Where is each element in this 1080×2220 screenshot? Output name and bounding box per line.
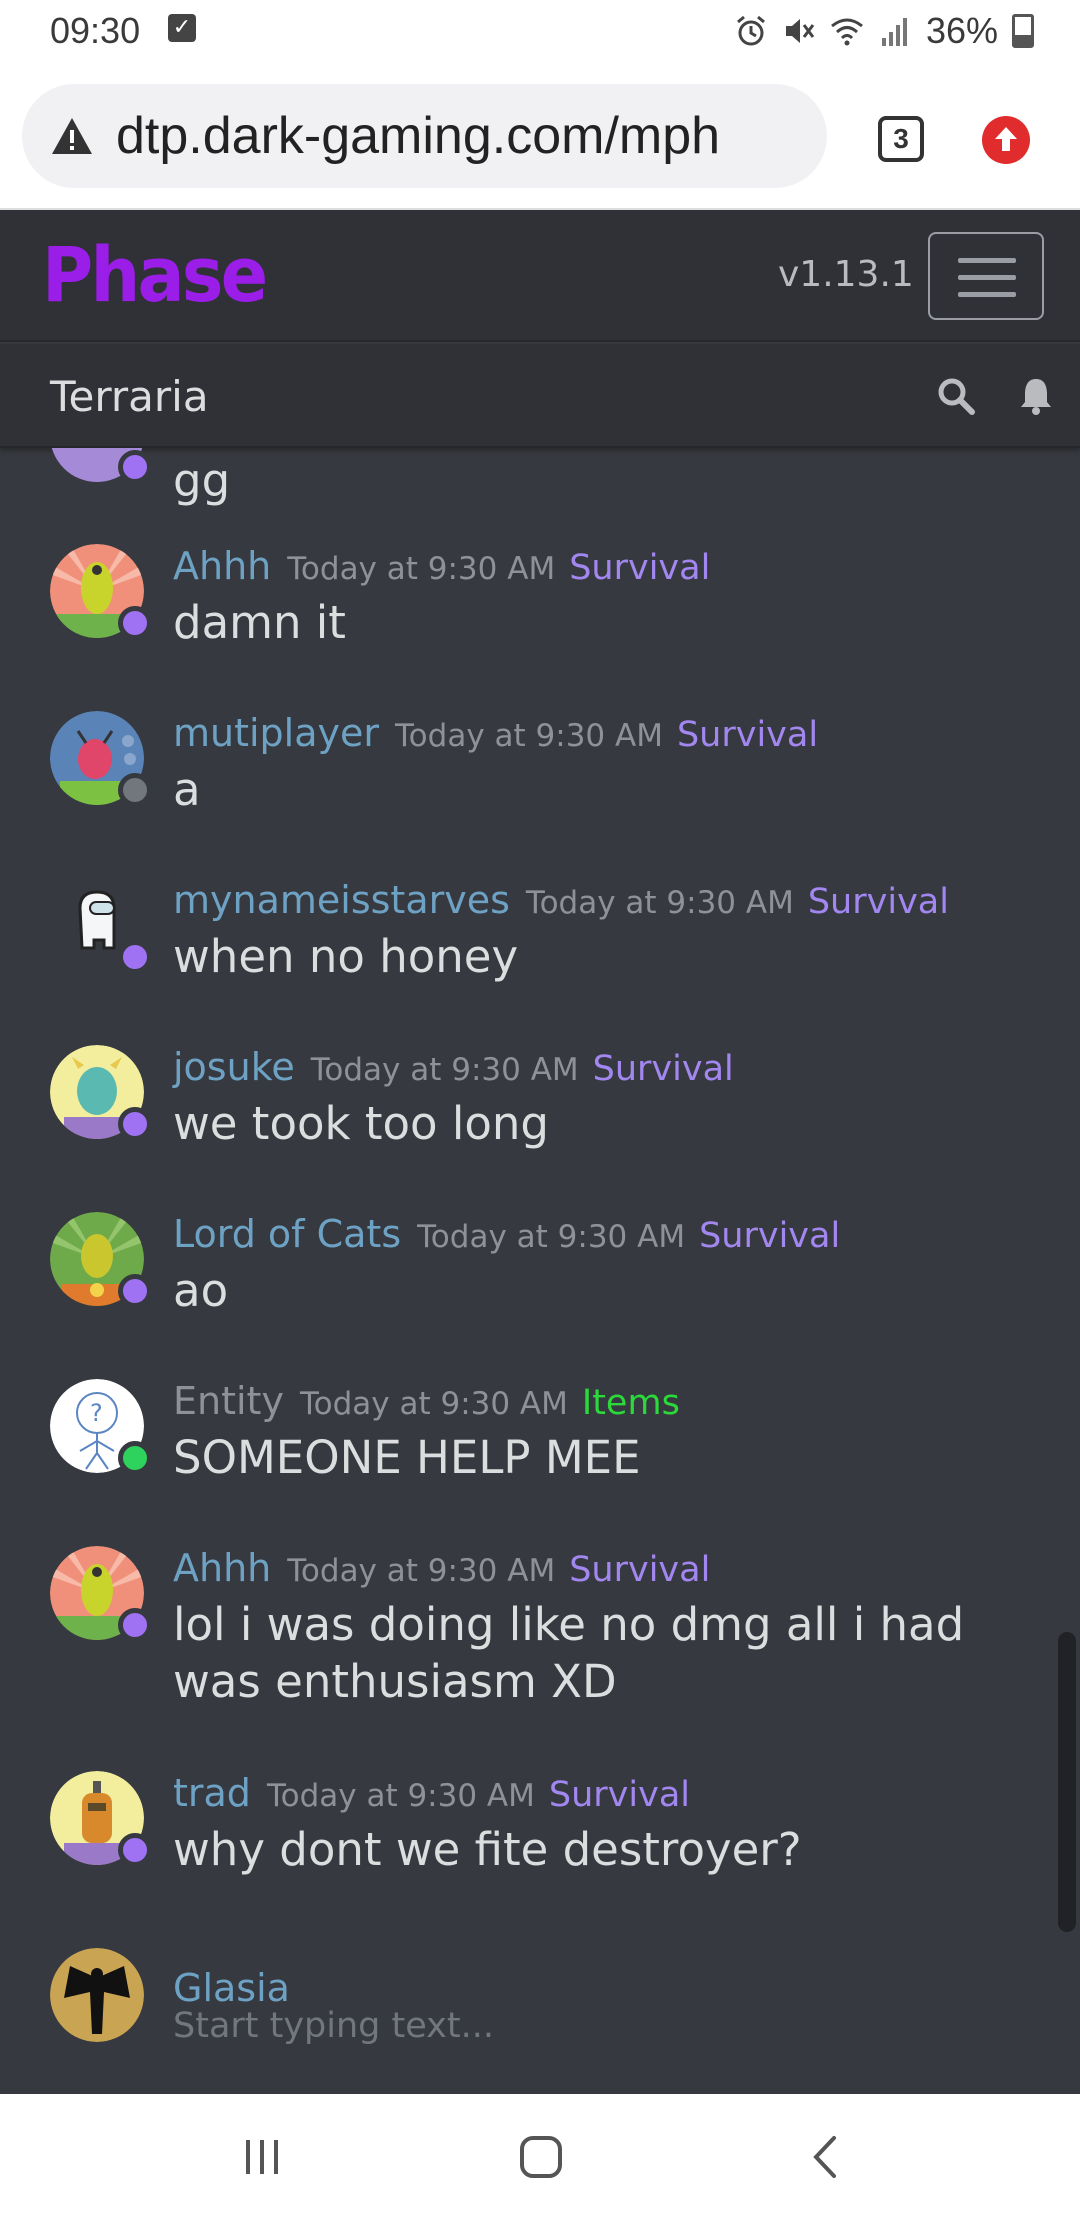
message-meta: Ahhh Today at 9:30 AM Survival	[173, 544, 710, 588]
timestamp: Today at 9:30 AM	[417, 1219, 686, 1255]
url-text[interactable]: dtp.dark-gaming.com/mph	[116, 106, 806, 166]
status-idle-indicator	[118, 606, 152, 640]
status-idle-indicator	[118, 450, 152, 484]
message-meta: Entity Today at 9:30 AM Items	[173, 1379, 680, 1423]
mute-icon	[785, 19, 815, 43]
message-text: damn it	[173, 596, 346, 649]
timestamp: Today at 9:30 AM	[287, 1553, 556, 1589]
browser-toolbar: dtp.dark-gaming.com/mph 3	[0, 70, 1080, 210]
hamburger-menu-button[interactable]	[928, 232, 1044, 320]
timestamp: Today at 9:30 AM	[299, 1386, 568, 1422]
message-meta: josuke Today at 9:30 AM Survival	[173, 1045, 734, 1089]
message-text: gg	[173, 454, 231, 507]
signal-icon	[881, 18, 907, 46]
avatar[interactable]: ?	[50, 1379, 152, 1475]
message-text: why dont we fite destroyer?	[173, 1823, 802, 1876]
channel-header: Terraria	[0, 344, 1080, 448]
server-tag: Survival	[807, 882, 949, 922]
battery-percent: 36%	[925, 10, 998, 51]
username[interactable]: mynameisstarves	[173, 878, 510, 922]
message-meta: mynameisstarves Today at 9:30 AM Survival	[173, 878, 949, 922]
username[interactable]: Ahhh	[173, 1546, 271, 1590]
recent-apps-icon[interactable]	[240, 2134, 284, 2178]
message-text: lol i was doing like no dmg all i had wa…	[173, 1598, 965, 1708]
message-text: when no honey	[173, 930, 519, 983]
avatar[interactable]	[50, 544, 152, 640]
home-icon[interactable]	[518, 2134, 564, 2180]
avatar[interactable]	[50, 1771, 152, 1867]
avatar[interactable]	[50, 1546, 152, 1642]
warning-icon[interactable]	[50, 116, 94, 156]
message-meta: Ahhh Today at 9:30 AM Survival	[173, 1546, 710, 1590]
android-nav-bar	[0, 2094, 1080, 2220]
status-icons: 36%	[734, 10, 1034, 52]
app-header: Phase v1.13.1	[0, 210, 1080, 342]
avatar[interactable]	[50, 878, 152, 974]
username[interactable]: Lord of Cats	[173, 1212, 401, 1256]
message-text: SOMEONE HELP MEE	[173, 1431, 641, 1484]
username[interactable]: Ahhh	[173, 544, 271, 588]
timestamp: Today at 9:30 AM	[525, 885, 794, 921]
scrollbar[interactable]	[1058, 1632, 1076, 1932]
avatar[interactable]	[50, 711, 152, 807]
avatar[interactable]	[50, 1212, 152, 1308]
svg-text:?: ?	[90, 1399, 103, 1427]
avatar[interactable]	[50, 1948, 144, 2042]
message-text: a	[173, 763, 201, 816]
status-idle-indicator	[118, 940, 152, 974]
message-input[interactable]: Start typing text...	[173, 2006, 494, 2046]
server-tag: Survival	[676, 715, 819, 755]
check-icon: ✓	[168, 14, 196, 42]
server-tag: Survival	[548, 1775, 690, 1815]
update-icon[interactable]	[982, 116, 1030, 164]
status-online-indicator	[118, 1441, 152, 1475]
android-status-bar: 09:30 ✓ 36%	[0, 0, 1080, 70]
username[interactable]: Entity	[173, 1379, 284, 1423]
timestamp: Today at 9:30 AM	[395, 718, 663, 754]
message-list[interactable]: gg Ahhh Today at 9:30 AM Survival damn it …	[0, 448, 1080, 2093]
status-offline-indicator	[118, 773, 152, 807]
message-composer: Glasia Start typing text...	[0, 1930, 1080, 2092]
channel-title: Terraria	[50, 372, 209, 421]
status-idle-indicator	[118, 1107, 152, 1141]
address-bar[interactable]: dtp.dark-gaming.com/mph	[22, 84, 827, 188]
status-idle-indicator	[118, 1608, 152, 1642]
avatar[interactable]	[50, 448, 152, 484]
message-meta: mutiplayer Today at 9:30 AM Survival	[173, 711, 818, 755]
message-text: ao	[173, 1264, 229, 1317]
message-meta: Lord of Cats Today at 9:30 AM Survival	[173, 1212, 840, 1256]
clock: 09:30	[50, 10, 141, 51]
username: Glasia	[173, 1966, 290, 2010]
bell-icon[interactable]	[1018, 376, 1054, 416]
server-tag: Survival	[592, 1049, 734, 1089]
timestamp: Today at 9:30 AM	[310, 1052, 579, 1088]
search-icon[interactable]	[936, 376, 976, 416]
alarm-icon	[736, 15, 765, 46]
tab-switcher-button[interactable]: 3	[878, 116, 924, 162]
avatar[interactable]	[50, 1045, 152, 1141]
server-tag: Survival	[569, 548, 711, 588]
battery-icon	[1012, 14, 1034, 48]
composer-user: Glasia	[173, 1966, 306, 2010]
username[interactable]: josuke	[173, 1045, 295, 1089]
message-meta: trad Today at 9:30 AM Survival	[173, 1771, 690, 1815]
status-idle-indicator	[118, 1274, 152, 1308]
message-text: we took too long	[173, 1097, 549, 1150]
wifi-icon	[831, 18, 863, 46]
version-label: v1.13.1	[778, 254, 914, 295]
timestamp: Today at 9:30 AM	[287, 551, 556, 587]
phase-logo[interactable]: Phase	[42, 230, 268, 319]
back-icon[interactable]	[806, 2134, 846, 2180]
status-idle-indicator	[118, 1833, 152, 1867]
timestamp: Today at 9:30 AM	[266, 1778, 535, 1814]
server-tag: Survival	[699, 1216, 841, 1256]
username[interactable]: trad	[173, 1771, 251, 1815]
server-tag: Items	[581, 1383, 680, 1423]
username[interactable]: mutiplayer	[173, 711, 379, 755]
server-tag: Survival	[569, 1550, 711, 1590]
